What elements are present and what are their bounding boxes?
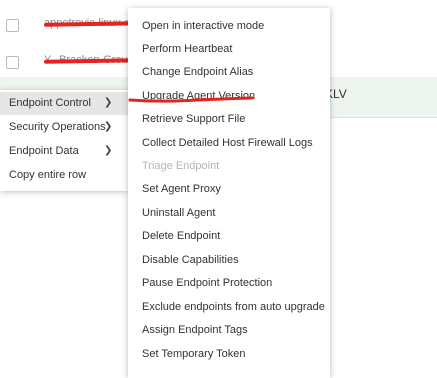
redacted-endpoint-name: appetrovic-linux-no xyxy=(44,14,134,32)
chevron-right-icon: ❯ xyxy=(104,121,113,132)
submenu-item-change-endpoint-alias[interactable]: Change Endpoint Alias xyxy=(142,63,253,81)
menu-item-security-operations[interactable]: Security Operations ❯ xyxy=(0,116,128,139)
context-menu: Endpoint Control ❯ Security Operations ❯… xyxy=(0,90,128,191)
endpoint-control-submenu: Open in interactive mode Perform Heartbe… xyxy=(128,8,330,378)
submenu-item-pause-endpoint-protection[interactable]: Pause Endpoint Protection xyxy=(142,274,272,292)
chevron-right-icon: ❯ xyxy=(104,145,113,156)
submenu-item-retrieve-support-file[interactable]: Retrieve Support File xyxy=(142,110,245,128)
submenu-item-set-temporary-token[interactable]: Set Temporary Token xyxy=(142,345,246,363)
menu-item-endpoint-control[interactable]: Endpoint Control ❯ xyxy=(0,92,128,115)
menu-item-endpoint-data[interactable]: Endpoint Data ❯ xyxy=(0,140,128,163)
menu-item-copy-entire-row[interactable]: Copy entire row xyxy=(0,164,128,187)
submenu-item-assign-endpoint-tags[interactable]: Assign Endpoint Tags xyxy=(142,321,248,339)
menu-item-label: Security Operations xyxy=(9,121,106,133)
submenu-item-exclude-auto-upgrade[interactable]: Exclude endpoints from auto upgrade xyxy=(142,298,325,316)
row-checkbox[interactable] xyxy=(6,56,19,69)
submenu-item-perform-heartbeat[interactable]: Perform Heartbeat xyxy=(142,40,232,58)
submenu-item-triage-endpoint: Triage Endpoint xyxy=(142,160,220,172)
menu-item-label: Endpoint Data xyxy=(9,145,79,157)
submenu-item-set-agent-proxy[interactable]: Set Agent Proxy xyxy=(142,180,221,198)
submenu-item-uninstall-agent[interactable]: Uninstall Agent xyxy=(142,204,215,222)
submenu-item-disable-capabilities[interactable]: Disable Capabilities xyxy=(142,251,239,269)
menu-item-label: Copy entire row xyxy=(9,169,87,181)
row-checkbox[interactable] xyxy=(6,19,19,32)
submenu-item-open-interactive-mode[interactable]: Open in interactive mode xyxy=(142,17,264,35)
submenu-item-collect-firewall-logs[interactable]: Collect Detailed Host Firewall Logs xyxy=(142,134,313,152)
chevron-right-icon: ❯ xyxy=(104,97,113,108)
submenu-item-upgrade-agent-version[interactable]: Upgrade Agent Version xyxy=(142,87,255,105)
menu-item-label: Endpoint Control xyxy=(9,97,91,109)
redacted-endpoint-name: Y...Bracken-Group xyxy=(44,51,134,69)
submenu-item-delete-endpoint[interactable]: Delete Endpoint xyxy=(142,227,220,245)
